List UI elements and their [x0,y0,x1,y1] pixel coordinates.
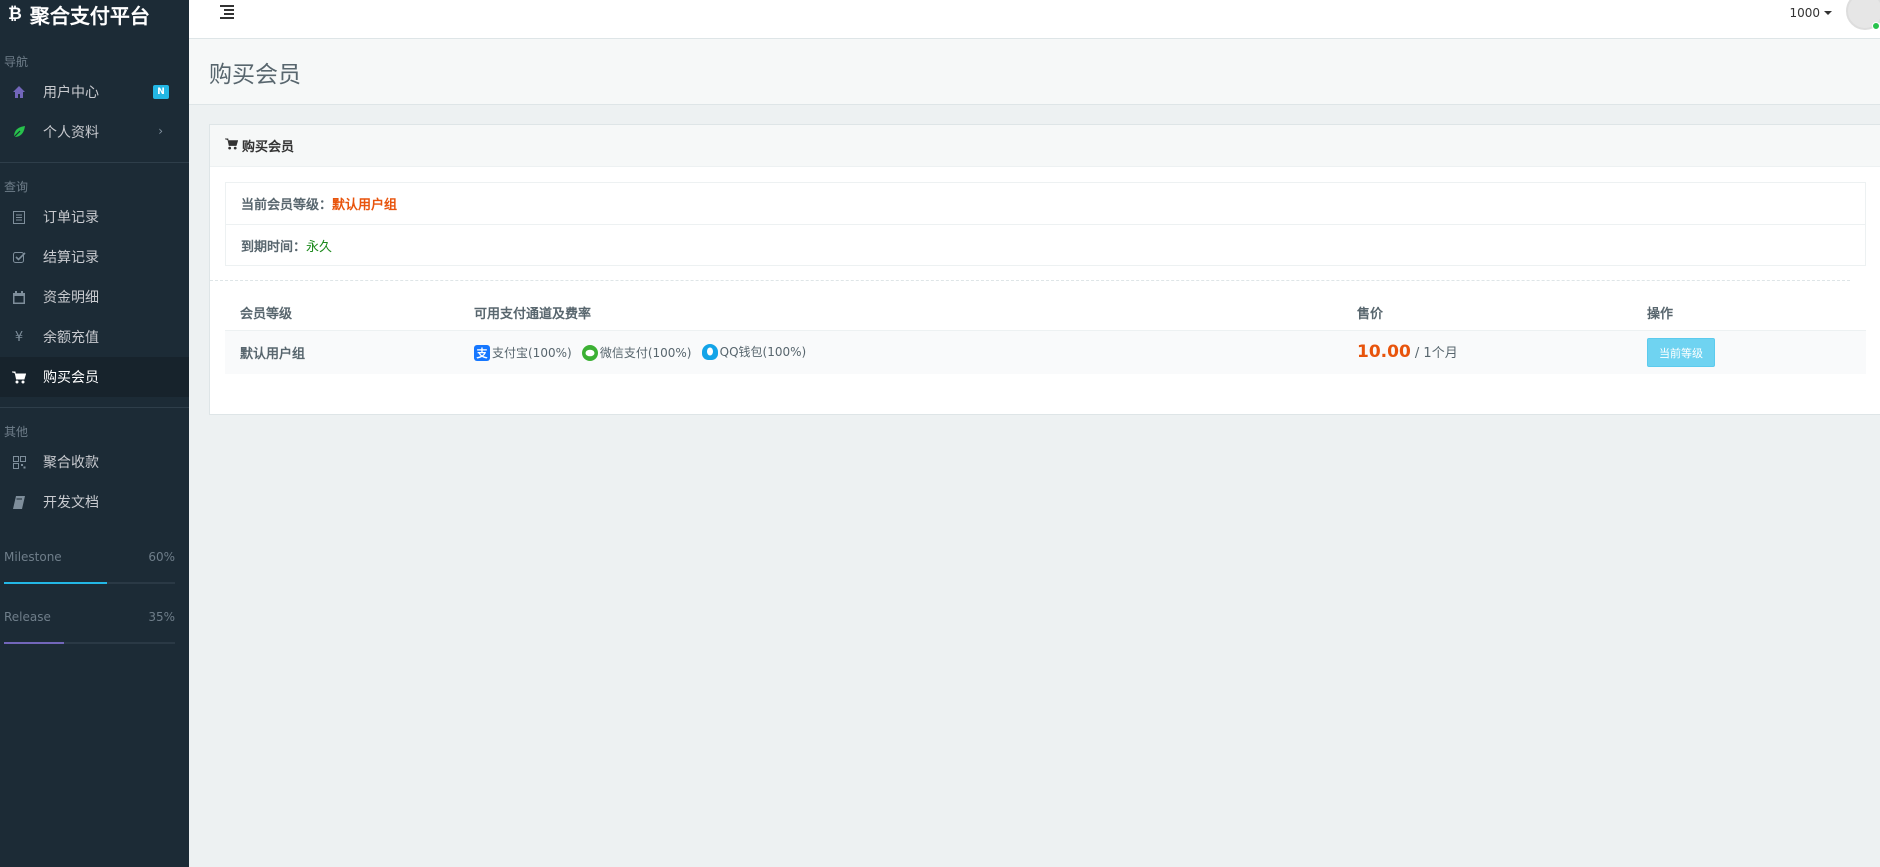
sidebar-item-docs[interactable]: 开发文档 [0,482,189,522]
qrcode-icon [12,455,26,469]
current-level-label: 当前会员等级： [241,198,333,213]
milestone-progress: Milestone 60% [0,550,189,584]
cart-icon [225,137,239,154]
expire-row: 到期时间： 永久 [226,224,1865,265]
page-title: 购买会员 [209,62,301,88]
nav-section-heading: 导航 [4,55,29,69]
sidebar-item-settlements[interactable]: 结算记录 [0,237,189,277]
column-header: 可用支付通道及费率 [459,295,1342,331]
channel-wechat: 微信支付(100%) [581,344,692,361]
action-cell: 当前等级 [1632,330,1866,374]
membership-table: 会员等级 可用支付通道及费率 售价 操作 默认用户组 支 支付宝(100%) 微… [225,295,1866,374]
expire-value: 永久 [306,239,333,255]
home-icon [12,85,26,99]
user-dropdown[interactable]: 1000 [1789,6,1832,20]
channel-alipay: 支 支付宝(100%) [474,344,572,361]
list-icon [12,210,26,224]
current-level-value: 默认用户组 [332,198,398,213]
sidebar-item-label: 余额充值 [43,330,99,346]
channels-cell: 支 支付宝(100%) 微信支付(100%) QQ钱包(100%) [459,330,1342,374]
divider [210,280,1850,281]
sidebar-item-orders[interactable]: 订单记录 [0,197,189,237]
yen-icon: ¥ [14,329,24,345]
divider [0,162,189,163]
sidebar-item-user-center[interactable]: 用户中心 N [0,72,189,112]
sidebar-item-aggregate-payment[interactable]: 聚合收款 [0,442,189,482]
progress-track [4,582,175,584]
sidebar: ₿ 聚合支付平台 导航 用户中心 N 个人资料 › 查询 订单记录 结算记录 资… [0,0,189,867]
qq-icon [701,343,718,360]
level-name: 默认用户组 [225,330,459,374]
alipay-icon: 支 [474,344,490,361]
expire-label: 到期时间： [241,239,307,255]
progress-fill [4,642,64,644]
caret-down-icon [1824,11,1832,15]
sidebar-item-profile[interactable]: 个人资料 › [0,112,189,152]
current-level-row: 当前会员等级： 默认用户组 [226,183,1865,224]
sidebar-item-label: 开发文档 [43,495,99,511]
sidebar-item-label: 用户中心 [43,85,99,101]
channel-qq: QQ钱包(100%) [701,343,807,360]
wechat-icon [581,344,598,361]
bitcoin-logo-icon: ₿ [8,4,22,24]
release-progress: Release 35% [0,610,189,644]
progress-fill [4,582,107,584]
column-header: 会员等级 [225,295,459,331]
divider [0,407,189,408]
user-id: 1000 [1789,6,1820,20]
progress-percent: 35% [148,610,175,624]
cart-icon [12,370,26,384]
panel-title: 购买会员 [242,140,295,155]
brand-name: 聚合支付平台 [29,3,150,28]
sidebar-item-buy-membership[interactable]: 购买会员 [0,357,189,397]
channel-label: 支付宝(100%) [492,346,572,361]
new-badge: N [153,85,169,99]
brand[interactable]: ₿ 聚合支付平台 [0,0,189,28]
sidebar-item-recharge[interactable]: ¥ 余额充值 [0,317,189,357]
column-header: 售价 [1342,295,1632,331]
other-section-heading: 其他 [4,425,29,439]
sidebar-item-label: 资金明细 [43,290,99,306]
sidebar-item-label: 聚合收款 [43,455,99,471]
chevron-right-icon: › [158,124,163,138]
price-value: 10.00 [1357,342,1411,363]
progress-percent: 60% [148,550,175,564]
panel-heading: 购买会员 [210,125,1880,167]
online-status-dot [1872,22,1880,30]
menu-toggle-icon[interactable] [220,5,234,19]
leaf-icon [12,125,26,139]
check-square-icon [12,250,26,264]
table-row: 默认用户组 支 支付宝(100%) 微信支付(100%) QQ钱包(100%) … [225,330,1866,374]
sidebar-item-label: 结算记录 [43,250,99,266]
membership-info: 当前会员等级： 默认用户组 到期时间： 永久 [225,182,1866,266]
table-header-row: 会员等级 可用支付通道及费率 售价 操作 [225,295,1866,331]
price-cell: 10.00 / 1个月 [1342,330,1632,374]
sidebar-item-funds[interactable]: 资金明细 [0,277,189,317]
sidebar-item-label: 订单记录 [43,210,99,226]
channel-label: 微信支付(100%) [599,346,692,361]
calendar-icon [12,290,26,304]
progress-label: Release [4,610,51,624]
progress-label: Milestone [4,550,62,564]
progress-track [4,642,175,644]
membership-panel: 购买会员 当前会员等级： 默认用户组 到期时间： 永久 会员等级 可用支付通道及… [209,124,1880,415]
column-header: 操作 [1632,295,1866,331]
sidebar-item-label: 个人资料 [43,125,99,141]
channel-label: QQ钱包(100%) [719,345,807,360]
page-title-band: 购买会员 [189,39,1880,105]
current-level-button[interactable]: 当前等级 [1647,337,1715,367]
price-period: / 1个月 [1410,346,1458,362]
sidebar-item-label: 购买会员 [43,370,99,386]
book-icon [12,495,26,509]
top-header: 1000 [189,0,1880,39]
query-section-heading: 查询 [4,180,29,194]
